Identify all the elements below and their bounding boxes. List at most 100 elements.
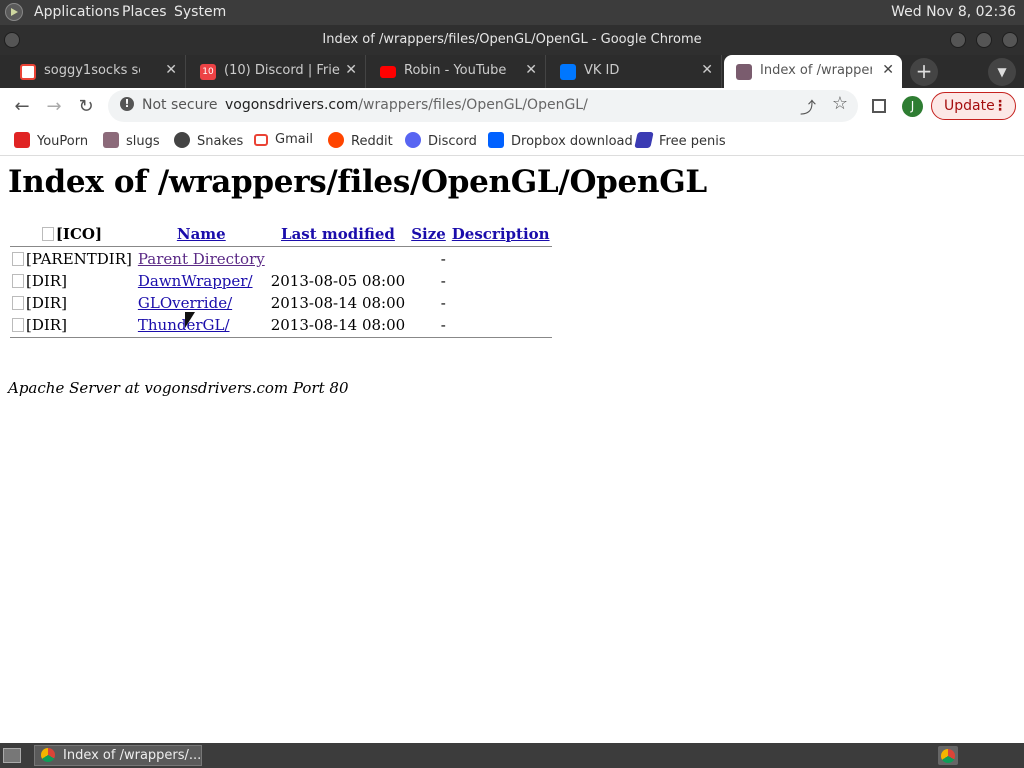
- bookmark-star-icon[interactable]: ☆: [832, 93, 848, 114]
- more-menu-icon[interactable]: ⋮: [993, 93, 1007, 119]
- bookmark-youporn[interactable]: YouPorn: [14, 132, 88, 149]
- sort-by-description-link[interactable]: Description: [452, 225, 550, 243]
- url-host: vogonsdrivers.com: [225, 97, 359, 113]
- window-titlebar[interactable]: Index of /wrappers/files/OpenGL/OpenGL -…: [0, 25, 1024, 55]
- bookmarks-bar: YouPorn slugs Snakes Gmail Reddit Discor…: [0, 125, 1024, 156]
- profile-avatar[interactable]: J: [902, 96, 923, 117]
- row-description: [450, 315, 552, 335]
- chrome-icon: [41, 748, 55, 762]
- bookmark-label: Discord: [428, 134, 477, 149]
- thundergl-link[interactable]: ThunderGL/: [138, 316, 230, 334]
- row-name: GLOverride/: [136, 293, 267, 313]
- sort-by-name-link[interactable]: Name: [177, 225, 226, 243]
- system-menu[interactable]: System: [174, 4, 226, 20]
- new-tab-button[interactable]: +: [910, 58, 938, 86]
- show-desktop-icon[interactable]: [3, 748, 21, 763]
- gmail-icon: [20, 64, 36, 80]
- bookmark-label: Dropbox download: [511, 134, 633, 149]
- row-size: -: [440, 272, 446, 290]
- tray-chrome-launcher[interactable]: [938, 746, 958, 765]
- gnome-foot-icon[interactable]: [5, 3, 23, 21]
- row-icon: [DIR]: [10, 271, 134, 291]
- row-name: DawnWrapper/: [136, 271, 267, 291]
- top-panel: Applications Places System Wed Nov 8, 02…: [0, 0, 1024, 25]
- close-window-icon[interactable]: [1002, 32, 1018, 48]
- row-modified: 2013-08-05 08:00: [270, 272, 406, 290]
- tab-strip: soggy1socks sent y ✕ 10 (10) Discord | F…: [0, 55, 1024, 88]
- close-tab-icon[interactable]: ✕: [165, 62, 177, 78]
- close-tab-icon[interactable]: ✕: [882, 62, 894, 78]
- youporn-icon: [14, 132, 30, 148]
- row-icon: [DIR]: [10, 315, 134, 335]
- tab-search-chevron-icon[interactable]: ▼: [988, 58, 1016, 86]
- share-icon[interactable]: ⤴: [800, 94, 816, 118]
- taskbar-window-button[interactable]: Index of /wrappers/...: [34, 745, 202, 766]
- update-button[interactable]: Update ⋮: [931, 92, 1016, 120]
- directory-listing-table: [ICO] Name Last modified Size Descriptio…: [8, 222, 554, 340]
- bookmark-label: YouPorn: [37, 134, 89, 149]
- bookmark-label: Snakes: [197, 134, 244, 149]
- broken-image-icon: [12, 318, 24, 332]
- row-icon-alt: [PARENTDIR]: [26, 250, 132, 268]
- bookmark-label: Gmail: [275, 132, 313, 147]
- not-secure-label[interactable]: Not secure: [142, 97, 218, 113]
- vogons-icon: [736, 64, 752, 80]
- bookmark-label: slugs: [126, 134, 160, 149]
- bookmark-snakes[interactable]: Snakes: [174, 132, 243, 149]
- panel-clock[interactable]: Wed Nov 8, 02:36: [891, 4, 1016, 20]
- back-button[interactable]: ←: [10, 95, 34, 119]
- close-tab-icon[interactable]: ✕: [345, 62, 357, 78]
- bookmark-dropbox[interactable]: Dropbox download: [488, 132, 633, 149]
- table-row: [DIR] DawnWrapper/ 2013-08-05 08:00 -: [10, 271, 552, 291]
- address-bar[interactable]: ! Not secure vogonsdrivers.com/wrappers/…: [108, 90, 858, 122]
- row-name: Parent Directory: [136, 249, 267, 269]
- tab-index-of[interactable]: Index of /wrappers/f ✕: [724, 55, 902, 88]
- reload-button[interactable]: ↻: [74, 95, 98, 119]
- icon-column-header: [ICO]: [10, 224, 134, 244]
- page-content: Index of /wrappers/files/OpenGL/OpenGL […: [0, 156, 1024, 743]
- tab-youtube[interactable]: Robin - YouTube ✕: [368, 55, 546, 88]
- bookmark-gmail[interactable]: Gmail: [254, 132, 313, 147]
- row-description: [450, 271, 552, 291]
- gmail-icon: [254, 134, 268, 146]
- icon-header-label: [ICO]: [55, 225, 103, 243]
- table-row: [DIR] ThunderGL/ 2013-08-14 08:00 -: [10, 315, 552, 335]
- gloverride-link[interactable]: GLOverride/: [138, 294, 232, 312]
- not-secure-warning-icon[interactable]: !: [120, 97, 134, 111]
- tab-gmail[interactable]: soggy1socks sent y ✕: [8, 55, 186, 88]
- minimize-icon[interactable]: [950, 32, 966, 48]
- slugs-icon: [103, 132, 119, 148]
- window-title: Index of /wrappers/files/OpenGL/OpenGL -…: [322, 32, 702, 47]
- parent-directory-link[interactable]: Parent Directory: [138, 250, 265, 268]
- update-label: Update: [944, 98, 995, 114]
- applications-menu[interactable]: Applications: [34, 4, 120, 20]
- close-tab-icon[interactable]: ✕: [525, 62, 537, 78]
- bookmark-free-penis[interactable]: Free penis: [634, 132, 726, 149]
- tab-label: VK ID: [584, 63, 620, 78]
- broken-image-icon: [12, 252, 24, 266]
- sort-by-modified-link[interactable]: Last modified: [281, 225, 395, 243]
- bookmark-reddit[interactable]: Reddit: [328, 132, 393, 149]
- row-size: -: [440, 250, 446, 268]
- taskbar-window-label: Index of /wrappers/...: [63, 748, 202, 763]
- row-icon: [DIR]: [10, 293, 134, 313]
- modified-column-header: Last modified: [269, 224, 407, 244]
- bookmark-discord[interactable]: Discord: [405, 132, 477, 149]
- places-menu[interactable]: Places: [122, 4, 167, 20]
- side-panel-icon[interactable]: [872, 99, 886, 113]
- sort-by-size-link[interactable]: Size: [411, 225, 446, 243]
- dawnwrapper-link[interactable]: DawnWrapper/: [138, 272, 253, 290]
- window-menu-icon[interactable]: [4, 32, 20, 48]
- bookmark-label: Free penis: [659, 134, 726, 149]
- forward-button[interactable]: →: [42, 95, 66, 119]
- bookmark-slugs[interactable]: slugs: [103, 132, 160, 149]
- row-size: -: [440, 294, 446, 312]
- close-tab-icon[interactable]: ✕: [701, 62, 713, 78]
- maximize-icon[interactable]: [976, 32, 992, 48]
- tab-label: soggy1socks sent y: [44, 63, 140, 78]
- tab-discord[interactable]: 10 (10) Discord | Frien ✕: [188, 55, 366, 88]
- tab-vk[interactable]: VK ID ✕: [548, 55, 722, 88]
- size-column-header: Size: [409, 224, 448, 244]
- chrome-icon: [941, 749, 955, 763]
- url-text[interactable]: vogonsdrivers.com/wrappers/files/OpenGL/…: [225, 97, 588, 113]
